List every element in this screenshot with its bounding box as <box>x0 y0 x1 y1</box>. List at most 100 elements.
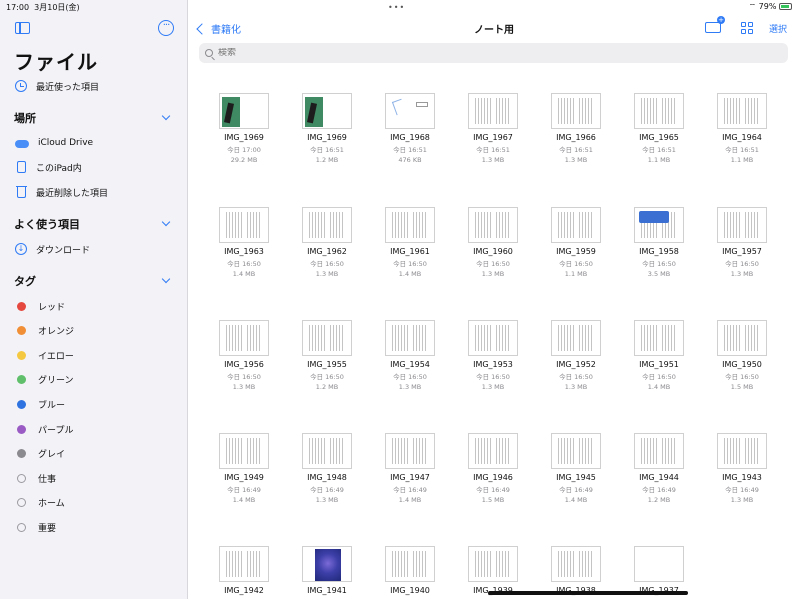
search-bar[interactable] <box>199 43 788 63</box>
file-item[interactable]: IMG_1941 <box>287 546 367 597</box>
tag-color-dot-icon <box>17 350 26 360</box>
new-folder-icon[interactable] <box>705 16 725 33</box>
file-item[interactable]: IMG_1964 今日 16:51 1.1 MB <box>702 93 782 164</box>
file-thumbnail <box>468 546 518 582</box>
file-item[interactable]: IMG_1961 今日 16:50 1.4 MB <box>370 207 450 278</box>
status-date: 3月10日(金) <box>34 3 80 12</box>
sidebar-item-tag[interactable]: ホーム <box>15 494 65 512</box>
file-name: IMG_1963 <box>224 247 264 256</box>
file-item[interactable]: IMG_1969 今日 17:00 29.2 MB <box>204 93 284 164</box>
file-size: 1.3 MB <box>232 383 256 391</box>
file-thumbnail <box>468 207 518 243</box>
file-date: 今日 16:49 <box>642 486 676 494</box>
sidebar-item-label: イエロー <box>38 351 74 362</box>
file-item[interactable]: IMG_1957 今日 16:50 1.3 MB <box>702 207 782 278</box>
file-size: 1.5 MB <box>481 496 505 504</box>
file-name: IMG_1968 <box>390 133 430 142</box>
sidebar-item-tag[interactable]: パープル <box>15 420 73 438</box>
file-item[interactable]: IMG_1942 <box>204 546 284 597</box>
more-options-icon[interactable]: ··· <box>158 20 174 36</box>
file-name: IMG_1953 <box>473 360 513 369</box>
sidebar-item-tag[interactable]: オレンジ <box>15 322 74 340</box>
sidebar-item-tag[interactable]: イエロー <box>15 346 74 364</box>
file-item[interactable]: IMG_1952 今日 16:50 1.3 MB <box>536 320 616 391</box>
file-item[interactable]: IMG_1966 今日 16:51 1.3 MB <box>536 93 616 164</box>
file-item[interactable]: IMG_1956 今日 16:50 1.3 MB <box>204 320 284 391</box>
file-thumbnail <box>468 433 518 469</box>
file-item[interactable]: IMG_1948 今日 16:49 1.3 MB <box>287 433 367 504</box>
sidebar-item-label: グレイ <box>38 450 66 461</box>
file-item[interactable]: IMG_1955 今日 16:50 1.2 MB <box>287 320 367 391</box>
file-thumbnail <box>634 433 684 469</box>
file-item[interactable]: IMG_1968 今日 16:51 476 KB <box>370 93 450 164</box>
file-item[interactable]: IMG_1949 今日 16:49 1.4 MB <box>204 433 284 504</box>
sidebar-item-tag[interactable]: 重要 <box>15 518 56 536</box>
file-size: 1.3 MB <box>398 383 422 391</box>
file-item[interactable]: IMG_1951 今日 16:50 1.4 MB <box>619 320 699 391</box>
file-item[interactable]: IMG_1939 <box>453 546 533 597</box>
tag-color-dot-icon <box>17 522 26 532</box>
sidebar-item-tag[interactable]: グリーン <box>15 371 74 389</box>
file-item[interactable]: IMG_1937 <box>619 546 699 597</box>
file-name: IMG_1944 <box>639 473 679 482</box>
file-size: 1.3 MB <box>481 156 505 164</box>
sidebar-item-icloud[interactable]: iCloud Drive <box>15 134 93 152</box>
file-size: 1.3 MB <box>730 270 754 278</box>
battery-percent: 79% <box>758 2 777 11</box>
sidebar-item-label: 最近使った項目 <box>36 82 100 93</box>
file-item[interactable]: IMG_1958 今日 16:50 3.5 MB <box>619 207 699 278</box>
file-item[interactable]: IMG_1940 <box>370 546 450 597</box>
file-item[interactable]: IMG_1945 今日 16:49 1.4 MB <box>536 433 616 504</box>
sidebar-item-downloads[interactable]: ↓ ダウンロード <box>15 240 90 258</box>
file-item[interactable]: IMG_1959 今日 16:50 1.1 MB <box>536 207 616 278</box>
file-item[interactable]: IMG_1969 今日 16:51 1.2 MB <box>287 93 367 164</box>
file-thumbnail <box>219 546 269 582</box>
file-date: 今日 16:50 <box>642 260 676 268</box>
file-name: IMG_1966 <box>556 133 596 142</box>
sidebar-item-tag[interactable]: 仕事 <box>15 469 56 487</box>
file-thumbnail <box>468 93 518 129</box>
file-name: IMG_1943 <box>722 473 762 482</box>
grid-view-icon[interactable] <box>741 22 753 34</box>
file-item[interactable]: IMG_1963 今日 16:50 1.4 MB <box>204 207 284 278</box>
file-size: 1.1 MB <box>647 156 671 164</box>
file-thumbnail <box>385 320 435 356</box>
file-date: 今日 16:50 <box>310 373 344 381</box>
sidebar-item-recents[interactable]: 最近使った項目 <box>15 77 99 95</box>
tag-color-dot-icon <box>17 498 26 508</box>
chevron-down-icon[interactable] <box>161 111 171 121</box>
section-locations: 場所 <box>14 112 36 125</box>
file-thumbnail <box>219 433 269 469</box>
sidebar-toggle-icon[interactable] <box>15 22 30 34</box>
search-input[interactable] <box>218 48 768 58</box>
home-indicator <box>488 591 688 595</box>
file-thumbnail <box>385 93 435 129</box>
chevron-down-icon[interactable] <box>161 274 171 284</box>
file-item[interactable]: IMG_1943 今日 16:49 1.3 MB <box>702 433 782 504</box>
file-size: 476 KB <box>398 156 422 164</box>
file-item[interactable]: IMG_1938 <box>536 546 616 597</box>
select-button[interactable]: 選択 <box>769 22 787 35</box>
file-item[interactable]: IMG_1954 今日 16:50 1.3 MB <box>370 320 450 391</box>
wifi-icon: ⌔ <box>748 2 757 11</box>
file-item[interactable]: IMG_1965 今日 16:51 1.1 MB <box>619 93 699 164</box>
file-thumbnail <box>717 433 767 469</box>
file-item[interactable]: IMG_1950 今日 16:50 1.5 MB <box>702 320 782 391</box>
sidebar-item-tag[interactable]: ブルー <box>15 395 65 413</box>
file-item[interactable]: IMG_1946 今日 16:49 1.5 MB <box>453 433 533 504</box>
chevron-down-icon[interactable] <box>161 217 171 227</box>
file-size: 1.4 MB <box>398 270 422 278</box>
sidebar-item-tag[interactable]: グレイ <box>15 445 65 463</box>
file-item[interactable]: IMG_1960 今日 16:50 1.3 MB <box>453 207 533 278</box>
sidebar-item-on-ipad[interactable]: このiPad内 <box>15 158 82 176</box>
sidebar-item-recently-deleted[interactable]: 最近削除した項目 <box>15 183 108 201</box>
file-date: 今日 16:50 <box>227 373 261 381</box>
file-item[interactable]: IMG_1967 今日 16:51 1.3 MB <box>453 93 533 164</box>
file-name: IMG_1958 <box>639 247 679 256</box>
file-item[interactable]: IMG_1944 今日 16:49 1.2 MB <box>619 433 699 504</box>
file-item[interactable]: IMG_1953 今日 16:50 1.3 MB <box>453 320 533 391</box>
multitasking-dots-icon[interactable]: ••• <box>388 3 405 12</box>
file-item[interactable]: IMG_1962 今日 16:50 1.3 MB <box>287 207 367 278</box>
sidebar-item-tag[interactable]: レッド <box>15 297 65 315</box>
file-item[interactable]: IMG_1947 今日 16:49 1.4 MB <box>370 433 450 504</box>
